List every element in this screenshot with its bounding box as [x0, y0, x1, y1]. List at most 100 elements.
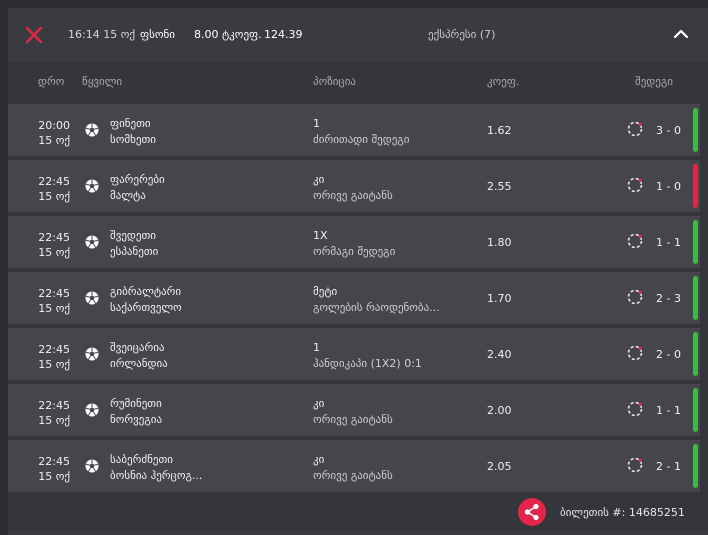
event-date: 15 ოქ	[38, 358, 70, 371]
event-datetime: 22:45 15 ოქ	[22, 398, 70, 428]
selection-pick: მეტი	[313, 285, 338, 298]
team-away: ესპანეთი	[110, 245, 159, 258]
final-score: 1 - 1	[656, 236, 681, 249]
event-teams[interactable]: გიბრალტარი საქართველო	[110, 284, 182, 316]
live-score-icon[interactable]	[627, 121, 643, 137]
column-event: წყვილი	[82, 75, 123, 88]
selection-position: მეტი გოლების რაოდენობა...	[313, 284, 440, 316]
event-time: 22:45	[38, 175, 70, 188]
event-time: 22:45	[38, 399, 70, 412]
ticket-odds: 8.00 ტკოეფ.	[194, 28, 262, 41]
selection-status-indicator	[693, 388, 698, 432]
team-home: შვედეთი	[110, 229, 157, 242]
live-score-icon[interactable]	[627, 233, 643, 249]
live-score-icon[interactable]	[627, 289, 643, 305]
selection-row[interactable]: 22:45 15 ოქ შვეიცარია ირლანდია 1 ჰანდიკაპი (1…	[8, 328, 700, 380]
event-teams[interactable]: ფარერები მალტა	[110, 172, 165, 204]
live-score-icon[interactable]	[627, 457, 643, 473]
selection-position: კი ორივე გაიტანს	[313, 452, 393, 484]
selection-market: ორივე გაიტანს	[313, 189, 393, 202]
share-icon[interactable]	[518, 498, 546, 526]
team-home: ფინეთი	[110, 117, 151, 130]
event-datetime: 22:45 15 ოქ	[22, 454, 70, 484]
team-away: მალტა	[110, 189, 146, 202]
football-icon	[85, 403, 99, 417]
event-teams[interactable]: საბერძნეთი ბოსნია ჰერცოგ...	[110, 452, 202, 484]
selection-row[interactable]: 22:45 15 ოქ რუმინეთი ნორვეგია კი ორივე გაიტან…	[8, 384, 700, 436]
selection-odds: 2.00	[487, 404, 512, 417]
team-home: ფარერები	[110, 173, 165, 186]
selection-odds: 2.55	[487, 180, 512, 193]
selection-pick: კი	[313, 397, 325, 410]
selection-market: ორივე გაიტანს	[313, 469, 393, 482]
selection-row[interactable]: 22:45 15 ოქ საბერძნეთი ბოსნია ჰერცოგ... კი ორ…	[8, 440, 700, 492]
close-icon[interactable]	[25, 26, 43, 44]
event-time: 22:45	[38, 231, 70, 244]
final-score: 1 - 1	[656, 404, 681, 417]
selection-row[interactable]: 22:45 15 ოქ ფარერები მალტა კი ორივე გაიტანს 2.…	[8, 160, 700, 212]
live-score-icon[interactable]	[627, 345, 643, 361]
selection-market: ორმაგი შედეგი	[313, 245, 396, 258]
event-date: 15 ოქ	[38, 470, 70, 483]
selection-market: გოლების რაოდენობა...	[313, 301, 440, 314]
selection-pick: კი	[313, 173, 325, 186]
event-teams[interactable]: ფინეთი სომხეთი	[110, 116, 156, 148]
team-home: საბერძნეთი	[110, 453, 173, 466]
selection-row[interactable]: 22:45 15 ოქ გიბრალტარი საქართველო მეტი გოლები…	[8, 272, 700, 324]
event-date: 15 ოქ	[38, 246, 70, 259]
column-date: დრო	[38, 75, 65, 88]
event-datetime: 22:45 15 ოქ	[22, 174, 70, 204]
selection-market: ორივე გაიტანს	[313, 413, 393, 426]
column-headers: დრო წყვილი პოზიცია კოეფ. შედეგი	[8, 62, 708, 100]
selection-market: ძირითადი შედეგი	[313, 133, 410, 146]
selection-position: კი ორივე გაიტანს	[313, 172, 393, 204]
ticket-number: ბილეთის #: 14685251	[560, 506, 685, 519]
event-teams[interactable]: შვედეთი ესპანეთი	[110, 228, 158, 260]
football-icon	[85, 291, 99, 305]
football-icon	[85, 459, 99, 473]
selection-odds: 2.05	[487, 460, 512, 473]
event-datetime: 20:00 15 ოქ	[22, 118, 70, 148]
selection-market: ჰანდიკაპი (1X2) 0:1	[313, 357, 422, 370]
column-result: შედეგი	[635, 75, 673, 88]
selection-row[interactable]: 22:45 15 ოქ შვედეთი ესპანეთი 1X ორმაგი შედეგი…	[8, 216, 700, 268]
ticket-header[interactable]: 16:14 15 ოქ ფსონი 8.00 ტკოეფ. 124.39 ექს…	[8, 8, 708, 62]
selection-status-indicator	[693, 220, 698, 264]
team-away: ირლანდია	[110, 357, 168, 370]
event-time: 22:45	[38, 287, 70, 300]
football-icon	[85, 235, 99, 249]
selection-row[interactable]: 20:00 15 ოქ ფინეთი სომხეთი 1 ძირითადი შედეგი 1…	[8, 104, 700, 156]
selection-odds: 1.70	[487, 292, 512, 305]
selection-pick: 1	[313, 341, 320, 354]
team-away: საქართველო	[110, 301, 182, 314]
football-icon	[85, 347, 99, 361]
ticket-time: 16:14 15 ოქ	[68, 28, 135, 41]
column-odds: კოეფ.	[487, 75, 520, 88]
live-score-icon[interactable]	[627, 401, 643, 417]
event-date: 15 ოქ	[38, 302, 70, 315]
selection-position: 1 ძირითადი შედეგი	[313, 116, 409, 148]
ticket-payout: 124.39	[264, 28, 303, 41]
selection-status-indicator	[693, 444, 698, 488]
event-date: 15 ოქ	[38, 134, 70, 147]
chevron-up-icon[interactable]	[673, 27, 689, 41]
selection-pick: კი	[313, 453, 325, 466]
event-date: 15 ოქ	[38, 190, 70, 203]
selection-status-indicator	[693, 164, 698, 208]
final-score: 3 - 0	[656, 124, 681, 137]
event-teams[interactable]: რუმინეთი ნორვეგია	[110, 396, 162, 428]
event-time: 22:45	[38, 455, 70, 468]
ticket-footer: ბილეთის #: 14685251	[8, 488, 708, 530]
selection-position: 1X ორმაგი შედეგი	[313, 228, 395, 260]
team-away: სომხეთი	[110, 133, 156, 146]
live-score-icon[interactable]	[627, 177, 643, 193]
football-icon	[85, 179, 99, 193]
next-panel-edge	[8, 530, 708, 535]
selection-pick: 1	[313, 117, 320, 130]
event-time: 20:00	[38, 119, 70, 132]
selection-status-indicator	[693, 332, 698, 376]
team-home: შვეიცარია	[110, 341, 165, 354]
event-date: 15 ოქ	[38, 414, 70, 427]
event-teams[interactable]: შვეიცარია ირლანდია	[110, 340, 168, 372]
final-score: 2 - 3	[656, 292, 681, 305]
